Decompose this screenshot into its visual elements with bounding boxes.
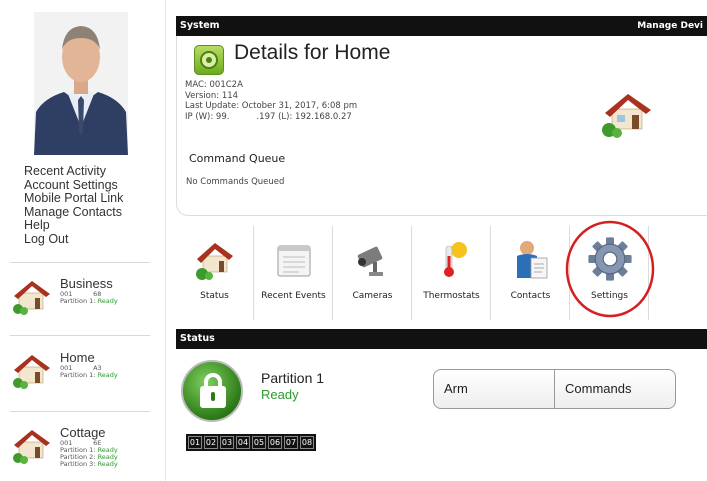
zone-indicator[interactable]: 02 xyxy=(204,436,218,449)
toolbar-cameras[interactable]: Cameras xyxy=(334,226,412,320)
commands-button[interactable]: Commands xyxy=(555,370,675,408)
command-queue-empty: No Commands Queued xyxy=(186,177,285,187)
partition-status-panel: Partition 1 Ready Arm Commands 01 02 03 … xyxy=(176,349,707,481)
nav-recent-activity[interactable]: Recent Activity xyxy=(24,164,123,179)
toolbar-label: Thermostats xyxy=(423,291,480,301)
arm-button[interactable]: Arm xyxy=(434,370,555,408)
partition-status: Partition 1: Ready xyxy=(60,297,118,305)
nav-help[interactable]: Help xyxy=(24,219,123,233)
location-name: Home xyxy=(60,350,95,365)
zone-indicator[interactable]: 08 xyxy=(300,436,314,449)
page-title: Details for Home xyxy=(234,41,391,64)
contact-card-icon xyxy=(516,241,547,279)
partition-state: Ready xyxy=(261,387,299,402)
house-icon xyxy=(13,430,50,464)
notepad-icon xyxy=(277,245,310,277)
nav-manage-contacts[interactable]: Manage Contacts xyxy=(24,205,123,220)
location-cottage[interactable]: Cottage 001 6E Partition 1: Ready Partit… xyxy=(10,425,160,481)
location-name: Business xyxy=(60,276,113,291)
sidebar-nav: Recent Activity Account Settings Mobile … xyxy=(24,164,123,247)
zone-indicator[interactable]: 06 xyxy=(268,436,282,449)
toolbar-label: Recent Events xyxy=(261,291,326,301)
location-name: Cottage xyxy=(60,425,106,440)
sidebar: Recent Activity Account Settings Mobile … xyxy=(0,0,166,481)
divider xyxy=(10,411,150,412)
lock-button[interactable] xyxy=(181,360,243,422)
partition-name: Partition 1 xyxy=(261,370,325,386)
highlight-circle xyxy=(565,220,655,318)
nav-account-settings[interactable]: Account Settings xyxy=(24,178,123,193)
avatar xyxy=(34,12,128,155)
camera-icon xyxy=(357,246,383,276)
divider xyxy=(10,335,150,336)
nav-mobile-portal-link[interactable]: Mobile Portal Link xyxy=(24,192,123,206)
toolbar-label: Cameras xyxy=(352,291,393,301)
thermometer-icon xyxy=(443,242,467,277)
zone-indicator[interactable]: 05 xyxy=(252,436,266,449)
house-icon xyxy=(195,243,233,280)
toolbar-recent-events[interactable]: Recent Events xyxy=(255,226,333,320)
partition-status: Partition 1: Ready xyxy=(60,371,118,379)
partition-status: Partition 3: Ready xyxy=(60,460,118,468)
toolbar-settings[interactable]: Settings xyxy=(565,220,655,320)
location-business[interactable]: Business 001 68 Partition 1: Ready xyxy=(10,276,160,336)
zone-indicator[interactable]: 01 xyxy=(188,436,202,449)
toolbar-contacts[interactable]: Contacts xyxy=(492,226,570,320)
status-bar-title: Status xyxy=(180,333,215,344)
zone-indicator[interactable]: 07 xyxy=(284,436,298,449)
device-meta: MAC: 001C2A Version: 114 Last Update: Oc… xyxy=(185,80,358,122)
toolbar-label: Status xyxy=(200,291,229,301)
divider xyxy=(10,262,150,263)
toolbar-status[interactable]: Status xyxy=(176,226,254,320)
command-queue-title: Command Queue xyxy=(189,152,286,165)
house-icon xyxy=(602,94,651,138)
location-home[interactable]: Home 001 A3 Partition 1: Ready xyxy=(10,350,160,410)
toolbar-label: Contacts xyxy=(510,291,551,301)
panel-device-icon xyxy=(194,45,224,75)
toolbar-thermostats[interactable]: Thermostats xyxy=(413,226,491,320)
zone-indicator[interactable]: 03 xyxy=(220,436,234,449)
manage-devices-link[interactable]: Manage Devi xyxy=(637,16,707,36)
zone-strip: 01 02 03 04 05 06 07 08 xyxy=(186,434,316,451)
house-icon xyxy=(13,355,50,389)
system-details: Details for Home MAC: 001C2A Version: 11… xyxy=(176,36,707,216)
nav-log-out[interactable]: Log Out xyxy=(24,232,123,247)
status-header: Status xyxy=(176,329,707,349)
system-bar-title: System xyxy=(180,20,220,31)
partition-actions: Arm Commands xyxy=(433,369,676,409)
zone-indicator[interactable]: 04 xyxy=(236,436,250,449)
house-icon xyxy=(13,281,50,315)
system-header: System Manage Devi xyxy=(176,16,707,36)
